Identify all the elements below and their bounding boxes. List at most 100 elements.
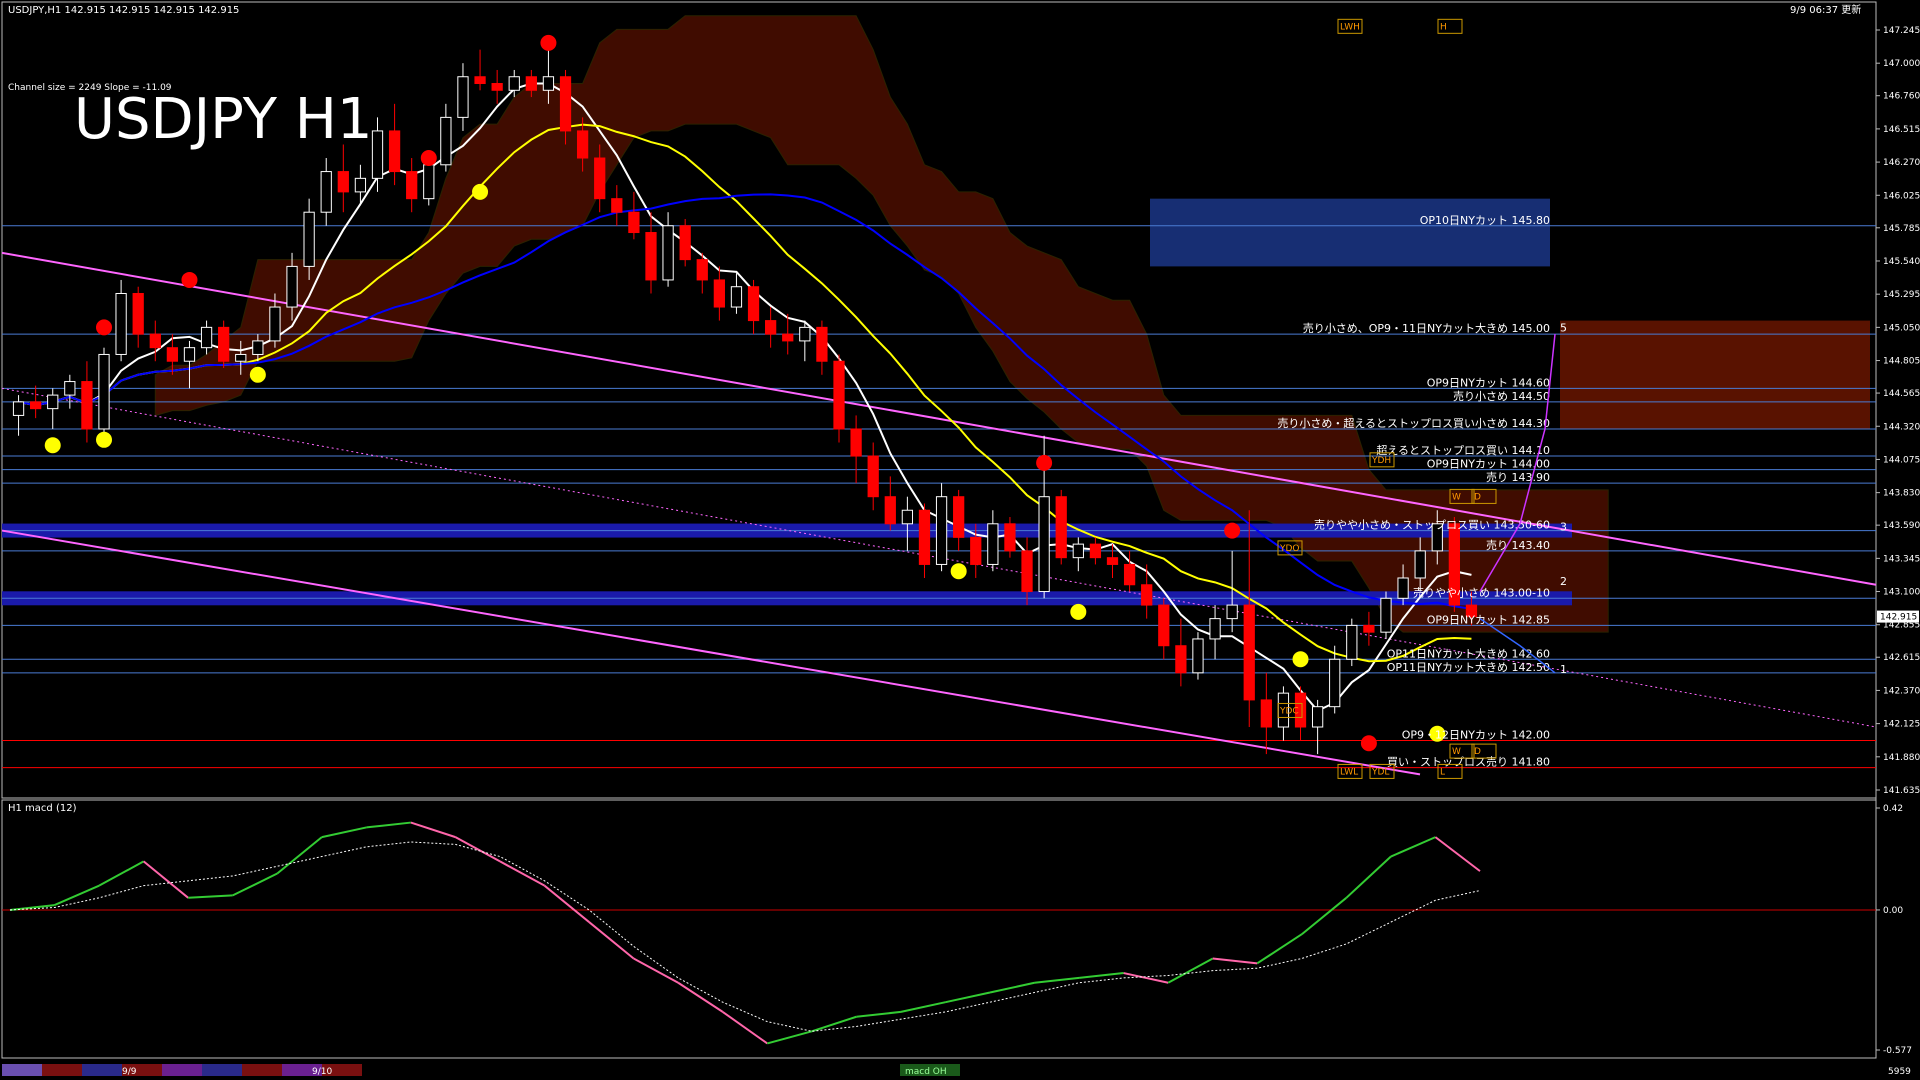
candle-body [406,171,418,200]
price-tick-label: 141.635 [1883,786,1920,796]
price-tick-label: 143.590 [1883,521,1920,531]
candle-body [594,157,606,200]
level-label: OP9日NYカット 144.00 [1427,458,1550,471]
candle-body [696,259,708,281]
sell-signal-marker [181,271,198,288]
box-label: L [1440,767,1445,777]
level-label: 超えるとストップロス買い 144.10 [1376,443,1550,457]
price-tick-label: 146.270 [1883,158,1920,168]
candle-body [47,394,59,410]
chart-canvas[interactable]: OP10日NYカット 145.80 売り小さめ、OP9・11日NYカット大きめ 1… [0,0,1920,1080]
box-label: LWH [1340,22,1360,32]
price-tick-label: 143.830 [1883,489,1920,499]
candle-body [576,130,589,159]
update-timestamp: 9/9 06:37 更新 [1790,3,1861,16]
candle-body [662,225,674,281]
candle-body [81,381,93,430]
sell-signal-marker [1036,454,1053,471]
price-tick-label: 142.370 [1883,686,1920,696]
candle-body [1123,563,1136,586]
candle-body [354,177,367,193]
candle-body [1243,604,1255,701]
candle-body [542,76,555,91]
candle-body [970,536,982,565]
candle-body [1346,624,1358,660]
candle-body [218,326,230,362]
date-label-1: 9/9 [122,1067,137,1077]
candle-body [457,76,469,118]
buy-signal-marker [96,431,113,448]
level-label: 買い・ストップロス売り 141.80 [1387,756,1550,769]
projection-marker: 2 [1560,575,1567,588]
candle-body [1089,543,1102,559]
level-label: 売りやや小さめ・ストップロス買い 143.50-60 [1314,519,1550,532]
price-tick-label: 141.880 [1883,753,1920,763]
candle-body [901,509,914,525]
candle-body [782,333,794,342]
candle-body [252,340,264,355]
candle-body [730,286,743,308]
candle-body [987,523,999,565]
price-tick-label: 144.565 [1883,389,1920,399]
candle-body [12,401,25,416]
candle-body [799,326,811,342]
candle-body [64,381,76,396]
candle-body [953,496,965,538]
candle-body [559,76,572,132]
price-tick-label: 142.125 [1883,720,1920,730]
candle-body [867,455,879,498]
candle-body [1311,706,1324,728]
projection-marker: 3 [1560,521,1567,534]
candle-body [1192,638,1204,674]
candle-body [1329,658,1341,708]
candle-body [1260,699,1272,728]
macd-tick-label: -0.577 [1883,1046,1912,1056]
indicator-tab[interactable]: macd OH [905,1067,947,1077]
price-tick-label: 144.320 [1883,422,1920,432]
chart-background [0,0,1920,1080]
corner-label: 5959 [1888,1067,1911,1077]
price-tick-label: 147.245 [1883,26,1920,36]
level-label: OP11日NYカット大きめ 142.50 [1387,660,1550,674]
price-tick-label: 145.785 [1883,224,1920,234]
candle-body [337,171,349,193]
box-label: W [1452,492,1461,502]
candle-body [1363,624,1375,633]
price-tick-label: 146.025 [1883,191,1920,201]
candle-body [200,326,213,349]
price-tick-label: 146.760 [1883,92,1920,102]
price-tick-label: 147.000 [1883,59,1920,69]
candle-body [1397,577,1409,599]
candle-body [132,292,144,335]
candle-body [235,353,247,362]
candle-body [765,320,777,335]
price-tick-label: 145.295 [1883,290,1920,300]
candle-body [1106,557,1119,565]
candle-body [645,232,657,281]
candle-body [1021,550,1033,593]
sell-signal-marker [1224,522,1241,539]
level-label: OP11日NYカット大きめ 142.60 [1387,646,1550,660]
price-tick-label: 143.345 [1883,554,1920,564]
box-label: H [1440,22,1447,32]
candle-body [423,164,435,200]
candle-body [1175,645,1187,674]
price-tick-label: 145.050 [1883,323,1920,333]
price-tick-label: 145.540 [1883,257,1920,267]
box-label: W [1452,747,1461,757]
candle-body [286,265,298,308]
level-label: 売り 143.90 [1486,471,1550,484]
candle-body [1414,550,1426,579]
candle-body [833,360,845,430]
sell-signal-marker [540,34,557,51]
price-tick-label: 143.100 [1883,588,1920,598]
cloud-red-future [1560,320,1870,429]
candle-body [98,353,110,430]
candle-body [918,509,931,565]
candle-body [320,171,332,213]
buy-signal-marker [472,183,489,200]
candle-body [1209,618,1221,640]
sell-signal-marker [1360,735,1377,752]
box-label: YDH [1371,456,1391,466]
level-label: 売り 143.40 [1486,539,1550,552]
